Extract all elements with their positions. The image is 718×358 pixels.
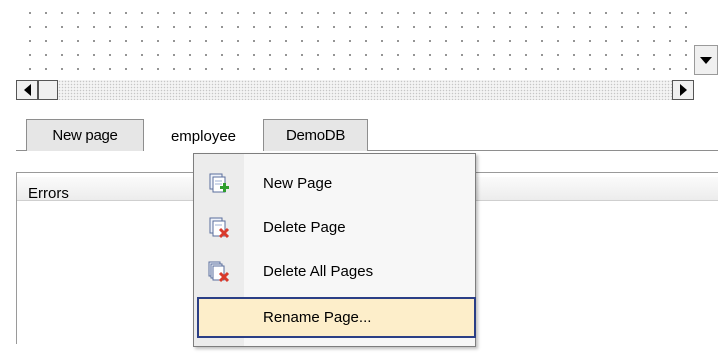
menu-item-delete-all-pages[interactable]: Delete All Pages <box>197 253 472 290</box>
tab-employee[interactable]: employee <box>144 121 263 152</box>
tab-context-menu: New Page Delete Page Delete All Pages Re… <box>193 153 476 347</box>
menu-item-rename-page[interactable]: Rename Page... <box>197 297 476 338</box>
errors-column-header: Errors <box>28 185 69 202</box>
vertical-scroll-down-button[interactable] <box>694 45 718 75</box>
menu-item-label: Rename Page... <box>263 309 372 326</box>
delete-page-icon <box>208 217 230 239</box>
tab-label: DemoDB <box>285 127 346 144</box>
scroll-right-button[interactable] <box>672 80 694 100</box>
horizontal-scrollbar[interactable] <box>16 80 694 100</box>
menu-item-label: New Page <box>263 175 333 192</box>
menu-item-label: Delete Page <box>263 219 346 236</box>
delete-all-pages-icon <box>208 261 230 283</box>
tab-label: employee <box>170 128 237 145</box>
chevron-down-icon <box>700 56 712 64</box>
tab-new-page[interactable]: New page <box>26 119 144 151</box>
scroll-left-button[interactable] <box>16 80 38 100</box>
menu-item-new-page[interactable]: New Page <box>197 165 472 202</box>
tab-label: New page <box>52 127 118 144</box>
design-canvas[interactable] <box>16 0 694 80</box>
menu-item-label: Delete All Pages <box>263 263 374 280</box>
menu-item-delete-page[interactable]: Delete Page <box>197 209 472 246</box>
new-page-icon <box>208 173 230 195</box>
scroll-thumb[interactable] <box>38 80 58 100</box>
chevron-right-icon <box>679 84 687 96</box>
tab-demodb[interactable]: DemoDB <box>263 119 368 151</box>
chevron-left-icon <box>23 84 31 96</box>
